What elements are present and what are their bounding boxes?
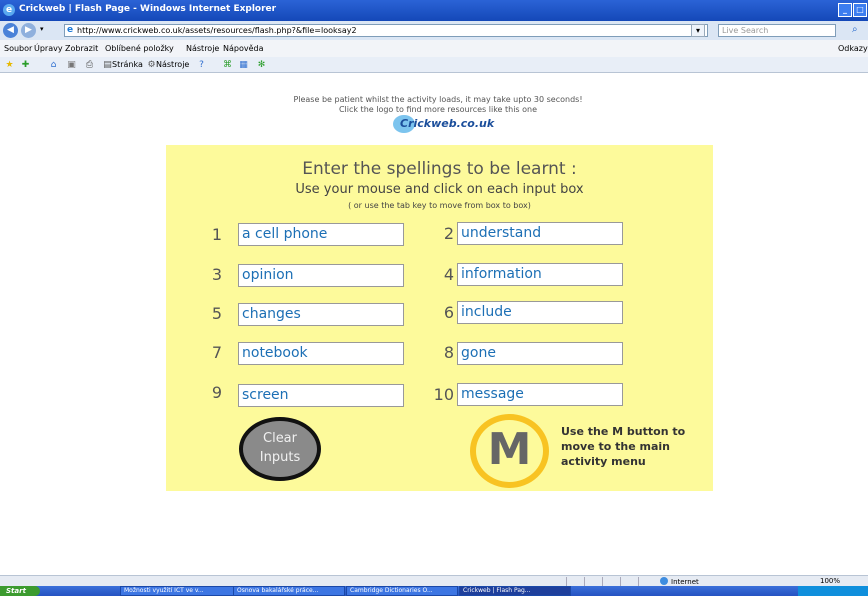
search-icon[interactable]: ⌕ <box>852 24 858 35</box>
spelling-number: 7 <box>211 343 222 362</box>
spelling-input[interactable]: notebook <box>238 342 404 365</box>
forward-icon[interactable]: ▶ <box>21 23 36 38</box>
status-segment <box>620 577 636 586</box>
minimize-button[interactable]: _ <box>838 3 852 17</box>
search-field[interactable]: Live Search <box>718 24 836 37</box>
address-dropdown-icon[interactable]: ▾ <box>691 24 705 37</box>
window-title: Crickweb | Flash Page - Windows Internet… <box>19 4 277 14</box>
clear-inputs-button[interactable]: Clear Inputs <box>239 417 321 481</box>
menu-links[interactable]: Odkazy <box>838 44 868 53</box>
taskbar-item[interactable]: Možnosti využití ICT ve v... <box>120 586 238 596</box>
history-dropdown-icon[interactable]: ▾ <box>40 25 44 33</box>
menu-tools[interactable]: Nástroje <box>186 44 219 53</box>
logo-text: Crickweb.co.uk <box>400 117 495 130</box>
page-content: Please be patient whilst the activity lo… <box>8 73 868 575</box>
home-icon[interactable]: ⌂ <box>48 60 59 70</box>
spelling-input[interactable]: opinion <box>238 264 404 287</box>
help-icon[interactable]: ? <box>196 60 207 70</box>
spelling-panel: Enter the spellings to be learnt : Use y… <box>166 145 713 491</box>
panel-hint: ( or use the tab key to move from box to… <box>348 201 531 210</box>
m-button-help: Use the M button to move to the main act… <box>561 425 686 468</box>
spelling-number: 2 <box>443 224 454 243</box>
menu-edit[interactable]: Úpravy <box>34 44 63 53</box>
print-icon[interactable]: ⎙ <box>84 60 95 70</box>
menu-bar: Soubor Úpravy Zobrazit Oblíbené položky … <box>0 40 868 57</box>
menu-help[interactable]: Nápověda <box>223 44 264 53</box>
logo-notice: Click the logo to find more resources li… <box>338 105 538 114</box>
spelling-number: 8 <box>443 343 454 362</box>
command-bar: ★ ✚ ⌂ ▣ ⎙ ▤ Stránka ⚙ Nástroje ? ⌘ ▦ ✻ <box>0 57 868 73</box>
back-icon[interactable]: ◀ <box>3 23 18 38</box>
start-button[interactable]: Start <box>0 586 40 596</box>
menu-file[interactable]: Soubor <box>4 44 32 53</box>
menu-favorites[interactable]: Oblíbené položky <box>105 44 174 53</box>
security-zone: Internet <box>660 577 699 586</box>
spelling-number: 10 <box>433 385 454 404</box>
maximize-button[interactable]: □ <box>853 3 867 17</box>
spelling-input[interactable]: changes <box>238 303 404 326</box>
window-titlebar: e Crickweb | Flash Page - Windows Intern… <box>0 0 868 21</box>
extra-icon[interactable]: ✻ <box>256 60 267 70</box>
taskbar-item[interactable]: Cambridge Dictionaries O... <box>346 586 458 596</box>
spelling-input[interactable]: a cell phone <box>238 223 404 246</box>
spelling-input[interactable]: screen <box>238 384 404 407</box>
spelling-input[interactable]: message <box>457 383 623 406</box>
status-bar: Internet 100% <box>0 575 868 586</box>
system-tray <box>798 586 868 596</box>
zoom-level[interactable]: 100% <box>820 577 840 585</box>
spelling-number: 5 <box>211 304 222 323</box>
taskbar-item[interactable]: Osnova bakalářské práce... <box>233 586 345 596</box>
research-icon[interactable]: ⌘ <box>222 60 233 70</box>
loading-notice: Please be patient whilst the activity lo… <box>293 95 583 104</box>
taskbar-item-active[interactable]: Crickweb | Flash Pag... <box>459 586 571 596</box>
inputs-label: Inputs <box>259 450 301 465</box>
add-favorite-icon[interactable]: ✚ <box>20 60 31 70</box>
status-segment <box>638 577 654 586</box>
menu-m-button[interactable]: M <box>470 414 549 488</box>
page-menu[interactable]: Stránka <box>112 60 143 69</box>
spelling-number: 9 <box>211 383 222 402</box>
status-segment <box>566 577 582 586</box>
status-segment <box>584 577 600 586</box>
favorites-star-icon[interactable]: ★ <box>4 60 15 70</box>
menu-view[interactable]: Zobrazit <box>65 44 98 53</box>
status-segment <box>602 577 618 586</box>
feeds-icon[interactable]: ▣ <box>66 60 77 70</box>
panel-heading: Enter the spellings to be learnt : <box>302 159 577 179</box>
spelling-number: 6 <box>443 303 454 322</box>
panel-subheading: Use your mouse and click on each input b… <box>295 182 584 197</box>
tools-menu[interactable]: Nástroje <box>156 60 189 69</box>
spelling-input[interactable]: include <box>457 301 623 324</box>
messenger-icon[interactable]: ▦ <box>238 60 249 70</box>
spelling-input[interactable]: understand <box>457 222 623 245</box>
address-field[interactable]: http://www.crickweb.co.uk/assets/resourc… <box>64 24 708 37</box>
address-bar: ◀ ▶ ▾ http://www.crickweb.co.uk/assets/r… <box>0 21 868 40</box>
spelling-number: 1 <box>211 225 222 244</box>
spelling-number: 3 <box>211 265 222 284</box>
taskbar: Start Možnosti využití ICT ve v... Osnov… <box>0 586 868 596</box>
spelling-number: 4 <box>443 265 454 284</box>
spelling-input[interactable]: information <box>457 263 623 286</box>
clear-label: Clear <box>263 431 297 446</box>
spelling-input[interactable]: gone <box>457 342 623 365</box>
ie-logo-icon: e <box>3 4 15 16</box>
crickweb-logo[interactable]: Crickweb.co.uk <box>393 115 494 133</box>
